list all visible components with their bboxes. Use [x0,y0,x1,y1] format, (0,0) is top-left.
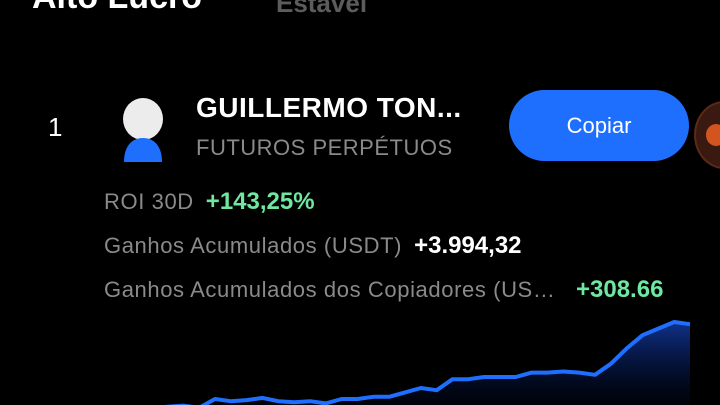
roi-sparkline [120,320,691,405]
trader-name[interactable]: GUILLERMO TON... [196,92,462,124]
user-avatar-icon[interactable] [118,98,168,164]
trader-category: FUTUROS PERPÉTUOS [196,135,453,160]
pnl-label: Ganhos Acumulados (USDT) [104,233,403,258]
roi-label: ROI 30D [104,189,194,214]
roi-value: +143,25% [205,188,315,215]
next-card-avatar-dot [706,124,720,146]
pnl-row: Ganhos Acumulados (USDT) +3.994,32 [104,232,522,260]
tab-alto-lucro[interactable]: Alto Lucro [32,0,202,17]
rank-number: 1 [48,112,63,142]
copy-button[interactable]: Copiar [509,90,689,161]
tab-estavel[interactable]: Estável [276,0,367,19]
roi-row: ROI 30D +143,25% [104,188,315,216]
pnl-value: +3.994,32 [414,232,522,259]
